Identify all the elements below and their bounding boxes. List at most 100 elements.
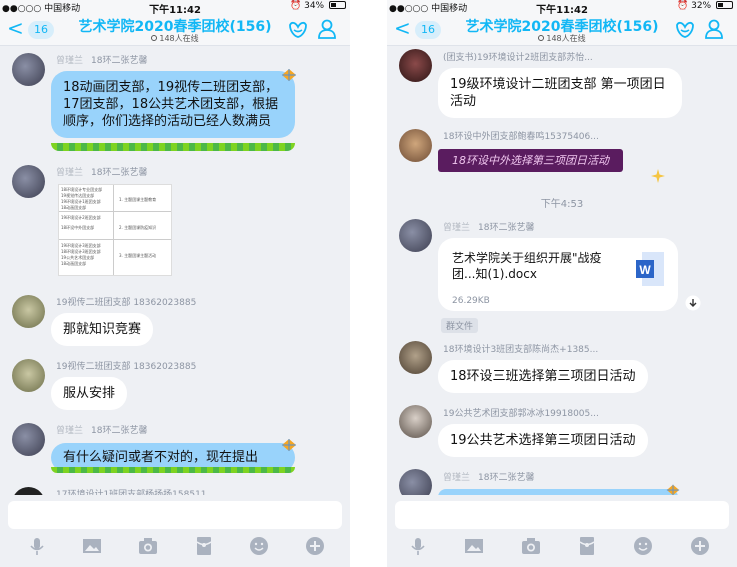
doc-row-label: 18环设中外团支部 — [61, 225, 95, 230]
message-input[interactable] — [395, 501, 729, 529]
sender-name: 18环设中外团支部鲍春鸣15375406... — [443, 132, 599, 142]
avatar[interactable] — [12, 359, 45, 392]
kite-icon — [282, 69, 296, 81]
right-phone-screenshot: ●●○○○ 中国移动 下午11:42 ⏰ 32% < 16 艺术学院2020春季… — [387, 0, 737, 567]
sender-name: 曾瑾兰 18环二张艺馨 — [56, 423, 147, 436]
online-count-text: 148人在线 — [159, 34, 199, 43]
message-list[interactable]: 曾瑾兰 18环二张艺馨 18动画团支部，19视传二班团支部，17团支部，18公共艺… — [0, 47, 350, 495]
file-name: 艺术学院关于组织开展"战疫团...知(1).docx — [452, 251, 602, 281]
camera-icon[interactable] — [137, 535, 159, 557]
avatar[interactable] — [399, 49, 432, 82]
sender-title-badge: 曾瑾兰 — [56, 168, 84, 178]
svg-text:W: W — [639, 263, 651, 277]
sender-title-badge: 曾瑾兰 — [56, 56, 84, 66]
avatar[interactable] — [12, 53, 45, 86]
sender-name-text: 18环二张艺馨 — [478, 473, 535, 483]
microphone-icon[interactable] — [26, 535, 48, 557]
sender-name-text: 18环二张艺馨 — [91, 56, 148, 66]
group-members-icon[interactable] — [316, 17, 340, 41]
left-phone-screenshot: ●●○○○ 中国移动 下午11:42 ⏰ 34% < 16 艺术学院2020春季… — [0, 0, 350, 567]
image-icon[interactable] — [463, 535, 485, 557]
doc-row-label: 18动画团支部 — [61, 261, 87, 266]
avatar[interactable] — [399, 341, 432, 374]
sender-name: 曾瑾兰 18环二张艺馨 — [56, 53, 147, 66]
doc-item-label: 1. 主题团课主题教育 — [119, 197, 157, 202]
camera-icon[interactable] — [520, 535, 542, 557]
plus-icon[interactable] — [689, 535, 711, 557]
avatar[interactable] — [12, 487, 45, 495]
message-bubble[interactable]: 那就知识竞赛 — [51, 313, 154, 346]
emoji-icon[interactable] — [248, 535, 270, 557]
message-bubble[interactable]: 18环设三班选择第三项团日活动 — [438, 360, 648, 393]
kite-icon — [282, 439, 296, 451]
doc-row-label: 19环境设计2班团支部 — [61, 215, 101, 220]
grass-decoration — [51, 467, 295, 473]
sender-name-text: 18环二张艺馨 — [91, 168, 148, 178]
timestamp-separator: 下午4:53 — [540, 199, 584, 210]
message-bubble[interactable]: 18动画团支部，19视传二班团支部，17团支部，18公共艺术团支部，根据顺序，你… — [51, 71, 295, 138]
sender-title-badge: 曾瑾兰 — [56, 426, 84, 436]
red-packet-icon[interactable] — [193, 535, 215, 557]
message-bubble[interactable]: 18环设中外选择第三项团日活动 — [438, 149, 623, 172]
emoji-icon[interactable] — [632, 535, 654, 557]
file-card[interactable]: 艺术学院关于组织开展"战疫团...知(1).docx 26.29KB W — [438, 238, 678, 311]
group-assistant-icon[interactable] — [286, 17, 310, 41]
input-toolbar — [0, 535, 350, 559]
sender-name: 17环境设计1班团支部杨扬扬158511 — [56, 490, 207, 495]
image-icon[interactable] — [81, 535, 103, 557]
avatar[interactable] — [12, 295, 45, 328]
grass-decoration — [51, 143, 295, 151]
group-assistant-icon[interactable] — [673, 17, 697, 41]
plus-icon[interactable] — [304, 535, 326, 557]
battery-percent: 34% — [304, 1, 325, 11]
avatar[interactable] — [399, 469, 432, 495]
kite-icon — [666, 484, 680, 495]
sender-name: 18环境设计3班团支部陈尚杰+1385... — [443, 345, 599, 355]
avatar[interactable] — [12, 423, 45, 456]
file-size: 26.29KB — [452, 296, 490, 306]
chat-header: < 16 艺术学院2020春季团校(156) 148人在线 — [0, 14, 350, 46]
sender-name: (团支书)19环境设计2班团支部苏怡... — [443, 53, 593, 63]
red-packet-icon[interactable] — [576, 535, 598, 557]
status-bar: ●●○○○ 中国移动 下午11:42 ⏰ 32% — [387, 0, 737, 16]
sender-title-badge: 曾瑾兰 — [443, 223, 471, 233]
avatar[interactable] — [12, 165, 45, 198]
sender-name: 曾瑾兰 18环二张艺馨 — [443, 220, 534, 233]
avatar[interactable] — [399, 219, 432, 252]
online-count-text: 148人在线 — [546, 34, 586, 43]
message-bubble[interactable]: 19公共艺术选择第三项团日活动 — [438, 424, 648, 457]
avatar[interactable] — [399, 405, 432, 438]
status-bar: ●●○○○ 中国移动 下午11:42 ⏰ 34% — [0, 0, 350, 16]
sender-title-badge: 曾瑾兰 — [443, 473, 471, 483]
download-icon[interactable] — [685, 295, 701, 311]
image-attachment[interactable]: 18环境设计专业团支部 19视觉传达团支部 19环境设计1班团支部 18动画团支… — [58, 184, 172, 276]
message-input[interactable] — [8, 501, 342, 529]
input-bar — [387, 495, 737, 567]
sender-name: 曾瑾兰 18环二张艺馨 — [443, 470, 534, 483]
battery-percent: 32% — [691, 1, 712, 11]
word-document-icon: W — [636, 252, 664, 286]
message-bubble[interactable]: 19级环境设计二班团支部 第一项团日活动 — [438, 68, 682, 118]
message-list[interactable]: (团支书)19环境设计2班团支部苏怡... 19级环境设计二班团支部 第一项团日… — [387, 47, 737, 495]
message-bubble[interactable]: 服从安排 — [51, 377, 128, 410]
sender-name: 19视传二班团支部 18362023885 — [56, 362, 197, 372]
sender-name: 19视传二班团支部 18362023885 — [56, 298, 197, 308]
group-file-tag: 群文件 — [441, 318, 479, 333]
doc-item-label: 3. 主题团课主题活动 — [119, 253, 157, 258]
alarm-icon: ⏰ — [290, 1, 302, 11]
battery-icon — [329, 1, 346, 9]
input-toolbar — [387, 535, 737, 559]
group-members-icon[interactable] — [703, 17, 727, 41]
sender-name: 19公共艺术团支部郭冰冰19918005... — [443, 409, 599, 419]
sparkle-icon — [651, 169, 665, 183]
input-bar — [0, 495, 350, 567]
microphone-icon[interactable] — [407, 535, 429, 557]
battery-status: ⏰ 32% — [677, 1, 733, 11]
battery-icon — [716, 1, 733, 9]
sender-name: 曾瑾兰 18环二张艺馨 — [56, 165, 147, 178]
chat-header: < 16 艺术学院2020春季团校(156) 148人在线 — [387, 14, 737, 46]
sender-name-text: 18环二张艺馨 — [91, 426, 148, 436]
doc-item-label: 2. 主题团课防疫知识 — [119, 225, 157, 230]
alarm-icon: ⏰ — [677, 1, 689, 11]
avatar[interactable] — [399, 129, 432, 162]
